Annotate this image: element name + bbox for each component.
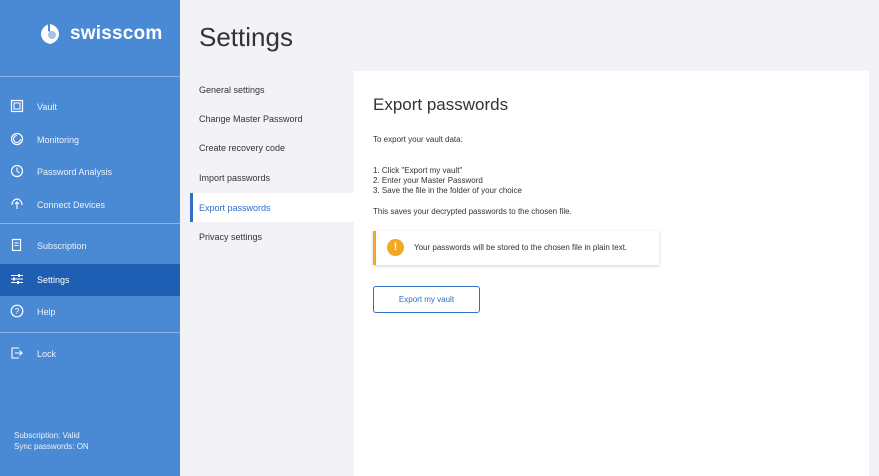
password-analysis-icon <box>10 164 24 178</box>
sidebar-item-settings[interactable]: Settings <box>0 264 180 296</box>
warning-text: Your passwords will be stored to the cho… <box>414 243 628 252</box>
panel-title: Export passwords <box>373 95 509 114</box>
sidebar-item-label: Password Analysis <box>37 167 113 177</box>
sidebar-item-monitoring[interactable]: Monitoring <box>0 124 180 156</box>
sidebar-divider <box>0 76 180 77</box>
subnav-import-passwords[interactable]: Import passwords <box>190 163 354 192</box>
vault-icon <box>10 99 24 113</box>
export-passwords-panel: Export passwords To export your vault da… <box>354 71 869 476</box>
subnav-label: Create recovery code <box>199 143 286 153</box>
brand-name: swisscom <box>70 23 163 44</box>
export-step: 2. Enter your Master Password <box>373 176 483 185</box>
swisscom-logo: swisscom <box>38 22 162 46</box>
sync-passwords-status: Sync passwords: ON <box>14 442 89 451</box>
subnav-label: Change Master Password <box>199 114 303 124</box>
sidebar: swisscom Vault Monitoring Password Analy… <box>0 0 180 476</box>
swisscom-logo-icon <box>41 24 59 44</box>
svg-text:?: ? <box>15 307 20 316</box>
export-my-vault-button[interactable]: Export my vault <box>373 286 480 313</box>
plain-text-warning: ! Your passwords will be stored to the c… <box>373 231 659 265</box>
sidebar-item-label: Lock <box>37 349 57 359</box>
subnav-label: Privacy settings <box>199 232 263 242</box>
sidebar-item-label: Vault <box>37 102 57 112</box>
subnav-export-passwords[interactable]: Export passwords <box>190 193 354 222</box>
sidebar-item-label: Subscription <box>37 241 87 251</box>
sidebar-item-lock[interactable]: Lock <box>0 338 180 370</box>
subnav-change-master-password[interactable]: Change Master Password <box>190 104 354 133</box>
sidebar-item-connect-devices[interactable]: Connect Devices <box>0 189 180 221</box>
settings-sliders-icon <box>11 274 23 284</box>
page-title: Settings <box>199 22 293 52</box>
sidebar-item-password-analysis[interactable]: Password Analysis <box>0 156 180 188</box>
lock-icon <box>11 347 23 359</box>
subnav-label: Import passwords <box>199 173 271 183</box>
subnav-label: Export passwords <box>199 203 271 213</box>
help-icon: ? <box>10 304 24 318</box>
subnav-privacy-settings[interactable]: Privacy settings <box>190 222 354 251</box>
sync-status: Subscription: Valid Sync passwords: ON <box>14 430 89 452</box>
export-step: 3. Save the file in the folder of your c… <box>373 186 522 195</box>
subnav-general-settings[interactable]: General settings <box>190 75 354 104</box>
sidebar-item-vault[interactable]: Vault <box>0 91 180 123</box>
monitoring-icon <box>10 132 24 146</box>
sidebar-item-label: Help <box>37 307 56 317</box>
subscription-status: Subscription: Valid <box>14 431 80 440</box>
subscription-icon <box>11 238 22 252</box>
sidebar-divider <box>0 223 180 224</box>
export-step: 1. Click "Export my vault" <box>373 166 463 175</box>
export-note: This saves your decrypted passwords to t… <box>373 207 572 216</box>
sidebar-item-subscription[interactable]: Subscription <box>0 230 180 262</box>
sidebar-item-label: Connect Devices <box>37 200 106 210</box>
sidebar-item-label: Monitoring <box>37 135 80 145</box>
subnav-create-recovery-code[interactable]: Create recovery code <box>190 133 354 162</box>
connect-devices-icon <box>11 198 23 209</box>
export-intro: To export your vault data: <box>373 135 463 144</box>
subnav-label: General settings <box>199 85 265 95</box>
sidebar-divider <box>0 332 180 333</box>
exclamation-icon: ! <box>387 239 404 256</box>
sidebar-item-label: Settings <box>37 275 70 285</box>
sidebar-item-help[interactable]: ? Help <box>0 296 180 328</box>
